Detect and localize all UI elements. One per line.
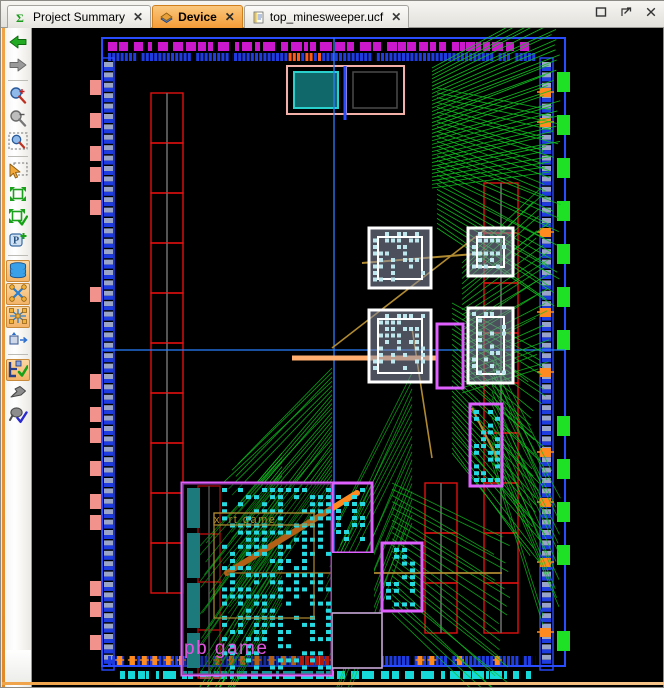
pin-plus-icon: P — [8, 231, 28, 252]
toolbar-separator — [8, 255, 28, 256]
window-controls — [594, 5, 658, 19]
back-button[interactable] — [6, 32, 30, 54]
float-button[interactable] — [619, 5, 633, 19]
view-toolbar: P — [2, 28, 32, 687]
routing-button[interactable] — [6, 283, 30, 305]
tab-strip: Σ Project Summary ✕ Device ✕ top_minesweeper.… — [7, 3, 410, 28]
tab-close-icon[interactable]: ✕ — [133, 10, 143, 24]
tab-label: top_minesweeper.ucf — [269, 10, 384, 24]
fit-check-icon — [8, 208, 29, 229]
device-canvas[interactable]: pb game x_rt game — [32, 28, 663, 687]
add-pin-button[interactable]: P — [6, 230, 30, 252]
zoom-area-icon — [8, 132, 28, 153]
zoom-to-area-button[interactable] — [6, 131, 30, 153]
hand-icon — [8, 383, 28, 404]
layers-icon — [8, 261, 28, 282]
zoom-out-icon — [8, 109, 28, 130]
fit-icon — [8, 185, 28, 206]
probe-button[interactable] — [6, 405, 30, 427]
zoom-selection-button[interactable] — [6, 207, 30, 229]
forward-button[interactable] — [6, 55, 30, 77]
select-area-button[interactable] — [6, 161, 30, 183]
tab-device[interactable]: Device ✕ — [152, 5, 243, 28]
device-view-window: Σ Project Summary ✕ Device ✕ top_minesweeper.… — [0, 0, 664, 688]
svg-text:P: P — [13, 235, 19, 246]
layers-button[interactable] — [6, 260, 30, 282]
restore-button[interactable] — [594, 5, 608, 19]
route-check-icon — [8, 360, 29, 381]
hand-button[interactable] — [6, 382, 30, 404]
arrow-left-icon — [8, 34, 28, 53]
dcm-blocks — [286, 65, 405, 120]
tab-bar: Σ Project Summary ✕ Device ✕ top_minesweeper.… — [1, 1, 664, 28]
tab-top-minesweeper-ucf[interactable]: top_minesweeper.ucf ✕ — [243, 5, 410, 28]
tab-label: Device — [178, 10, 217, 24]
toolbar-separator — [8, 80, 28, 81]
route-check-button[interactable] — [6, 359, 30, 381]
tab-close-icon[interactable]: ✕ — [225, 10, 235, 24]
move-icon — [8, 330, 28, 351]
svg-text:Σ: Σ — [16, 11, 24, 24]
toolbar-accent-bar — [2, 28, 5, 687]
zoom-fit-button[interactable] — [6, 184, 30, 206]
select-arrow-icon — [8, 162, 28, 183]
module-label-pb-game: pb game — [184, 638, 268, 659]
tab-project-summary[interactable]: Σ Project Summary ✕ — [7, 5, 152, 28]
device-icon — [160, 11, 173, 24]
zoom-in-button[interactable] — [6, 85, 30, 107]
tab-close-icon[interactable]: ✕ — [391, 10, 401, 24]
toolbar-separator — [8, 156, 28, 157]
probe-check-icon — [8, 406, 28, 427]
module-label-x-rt-game: x_rt game — [214, 514, 276, 526]
move-button[interactable] — [6, 329, 30, 351]
routing-icon — [8, 283, 28, 305]
ucf-file-icon — [252, 11, 265, 24]
device-floorplan-svg[interactable]: pb game x_rt game — [32, 28, 663, 687]
toolbar-separator — [8, 354, 28, 355]
close-button[interactable] — [644, 5, 658, 19]
zoom-in-icon — [8, 86, 28, 107]
tab-label: Project Summary — [33, 10, 126, 24]
toolbar-bottom-filler — [5, 650, 31, 682]
sigma-icon: Σ — [15, 11, 28, 25]
window-bottom-accent — [2, 682, 664, 685]
zoom-out-button[interactable] — [6, 108, 30, 130]
arrow-right-icon — [8, 57, 28, 76]
array-icon — [8, 307, 28, 328]
array-button[interactable] — [6, 306, 30, 328]
